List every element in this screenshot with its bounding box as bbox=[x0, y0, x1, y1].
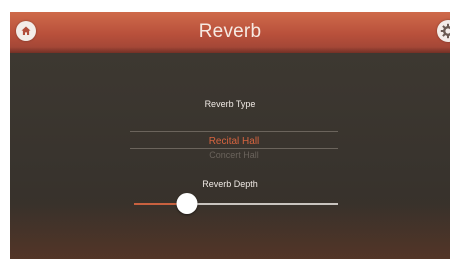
picker-divider-top bbox=[130, 131, 338, 132]
reverb-type-label: Reverb Type bbox=[204, 99, 256, 109]
picker-selected-option[interactable]: Recital Hall bbox=[130, 136, 338, 147]
reverb-type-picker[interactable]: Recital Hall Concert Hall bbox=[130, 129, 338, 169]
picker-next-option[interactable]: Concert Hall bbox=[130, 150, 338, 160]
reverb-content: Reverb Type Recital Hall Concert Hall Re… bbox=[10, 53, 450, 259]
reverb-depth-label: Reverb Depth bbox=[202, 179, 258, 189]
slider-thumb[interactable] bbox=[176, 193, 198, 214]
header-bar: Reverb bbox=[10, 12, 450, 53]
reverb-depth-slider[interactable] bbox=[134, 191, 338, 217]
page-title: Reverb bbox=[198, 21, 262, 42]
reverb-screen: Reverb Reverb Type Recital Hall Concert … bbox=[10, 12, 450, 259]
picker-divider-bottom bbox=[130, 148, 338, 149]
settings-icon bbox=[440, 23, 450, 39]
